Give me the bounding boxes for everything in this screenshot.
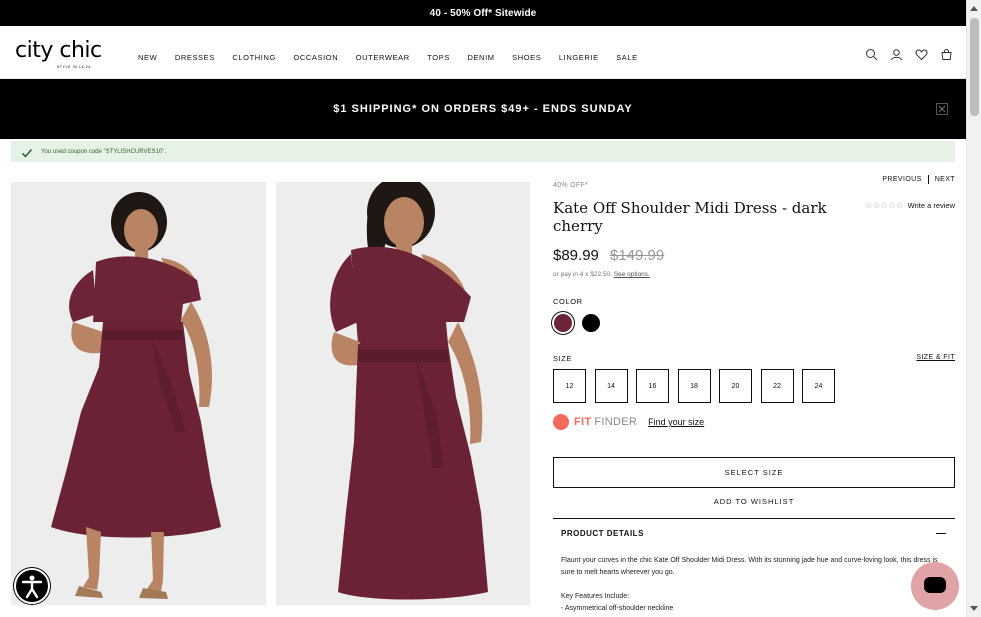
logo-tagline: STYLE IN 14-24 xyxy=(57,65,91,69)
fit-finder-fit: FIT xyxy=(574,416,592,428)
features-heading: Key Features Include: xyxy=(561,593,630,600)
main-nav: NEW DRESSES CLOTHING OCCASION OUTERWEAR … xyxy=(138,53,655,62)
write-review-link[interactable]: Write a review xyxy=(908,201,955,210)
checkmark-icon xyxy=(21,146,33,158)
promo-banner[interactable]: 40 - 50% Off* Sitewide xyxy=(0,0,966,26)
size-options: 12 14 16 18 20 22 24 xyxy=(553,369,835,403)
collapse-minus-icon[interactable] xyxy=(936,533,946,534)
model-figure-illustration xyxy=(276,182,530,605)
bag-icon[interactable] xyxy=(940,48,953,61)
next-link[interactable]: NEXT xyxy=(935,176,955,183)
swatch-dark-cherry[interactable] xyxy=(554,314,572,332)
size-fit-link[interactable]: SIZE & FIT xyxy=(916,354,955,361)
rating: ☆☆☆☆☆ Write a review xyxy=(865,201,955,210)
coupon-notice: You used coupon code "STYLISHCURVES10". xyxy=(11,141,955,162)
fit-finder-finder: FINDER xyxy=(594,416,638,428)
coupon-text: You used coupon code "STYLISHCURVES10". xyxy=(41,148,167,155)
scroll-down-icon[interactable] xyxy=(970,606,978,611)
add-to-wishlist-link[interactable]: ADD TO WISHLIST xyxy=(553,497,955,506)
product-image-side[interactable] xyxy=(276,182,530,605)
nav-dresses[interactable]: DRESSES xyxy=(175,53,215,62)
close-icon[interactable] xyxy=(936,103,948,115)
scrollbar[interactable] xyxy=(966,0,981,617)
logo-wordmark: city chic xyxy=(15,38,102,63)
prev-next-nav: PREVIOUS NEXT xyxy=(882,175,955,184)
model-figure-illustration xyxy=(11,182,266,605)
search-icon[interactable] xyxy=(865,48,878,61)
nav-outerwear[interactable]: OUTERWEAR xyxy=(356,53,410,62)
size-option-12[interactable]: 12 xyxy=(553,369,586,403)
scroll-up-icon[interactable] xyxy=(970,6,978,11)
feature-item: - Asymmetrical off-shoulder neckline xyxy=(561,605,674,612)
swatch-black[interactable] xyxy=(582,314,600,332)
chat-button[interactable] xyxy=(911,562,959,610)
nav-occasion[interactable]: OCCASION xyxy=(293,53,338,62)
fit-finder: FIT FINDER Find your size xyxy=(553,414,704,430)
afterpay-text: or pay in 4 x $22.50. xyxy=(553,271,612,278)
size-option-24[interactable]: 24 xyxy=(802,369,835,403)
size-option-20[interactable]: 20 xyxy=(719,369,752,403)
divider xyxy=(927,175,929,184)
shipping-text: $1 SHIPPING* ON ORDERS $49+ - ENDS SUNDA… xyxy=(333,103,633,115)
nav-clothing[interactable]: CLOTHING xyxy=(232,53,276,62)
previous-link[interactable]: PREVIOUS xyxy=(882,176,921,183)
product-details-body: Flaunt your curves in the chic Kate Off … xyxy=(561,555,946,615)
sale-price: $89.99 xyxy=(553,247,599,264)
nav-tops[interactable]: TOPS xyxy=(427,53,450,62)
afterpay-link[interactable]: See options. xyxy=(614,271,650,278)
size-option-22[interactable]: 22 xyxy=(760,369,794,403)
accessibility-icon[interactable] xyxy=(14,568,50,604)
size-option-14[interactable]: 14 xyxy=(594,369,628,403)
star-rating-icon[interactable]: ☆☆☆☆☆ xyxy=(865,201,903,210)
shipping-banner[interactable]: $1 SHIPPING* ON ORDERS $49+ - ENDS SUNDA… xyxy=(0,79,966,139)
chat-bubble-icon xyxy=(924,577,946,593)
original-price: $149.99 xyxy=(610,247,665,264)
fit-finder-icon xyxy=(553,414,569,430)
color-label: COLOR xyxy=(553,297,583,306)
nav-shoes[interactable]: SHOES xyxy=(512,53,541,62)
find-your-size-link[interactable]: Find your size xyxy=(648,417,704,427)
nav-sale[interactable]: SALE xyxy=(616,53,638,62)
site-header: city chic STYLE IN 14-24 NEW DRESSES CLO… xyxy=(0,26,966,79)
product-image-front[interactable] xyxy=(11,182,266,605)
size-option-18[interactable]: 18 xyxy=(677,369,711,403)
size-option-16[interactable]: 16 xyxy=(636,369,669,403)
wishlist-heart-icon[interactable] xyxy=(915,48,928,61)
select-size-button[interactable]: SELECT SIZE xyxy=(553,457,955,488)
page: 40 - 50% Off* Sitewide city chic STYLE I… xyxy=(0,0,966,617)
account-icon[interactable] xyxy=(890,48,903,61)
afterpay-info: or pay in 4 x $22.50. See options. xyxy=(553,271,650,278)
product-description: Flaunt your curves in the chic Kate Off … xyxy=(561,557,938,576)
scrollbar-thumb[interactable] xyxy=(970,18,979,116)
nav-lingerie[interactable]: LINGERIE xyxy=(559,53,599,62)
nav-new[interactable]: NEW xyxy=(138,53,157,62)
promo-text: 40 - 50% Off* Sitewide xyxy=(429,7,537,19)
size-label: SIZE xyxy=(553,354,573,363)
header-icons xyxy=(865,48,953,61)
city-chic-logo[interactable]: city chic STYLE IN 14-24 xyxy=(15,40,105,72)
product-details-heading[interactable]: PRODUCT DETAILS xyxy=(561,529,644,538)
discount-label: 40% OFF* xyxy=(553,182,589,189)
divider xyxy=(553,518,955,519)
nav-denim[interactable]: DENIM xyxy=(467,53,494,62)
product-title: Kate Off Shoulder Midi Dress - dark cher… xyxy=(553,199,827,235)
